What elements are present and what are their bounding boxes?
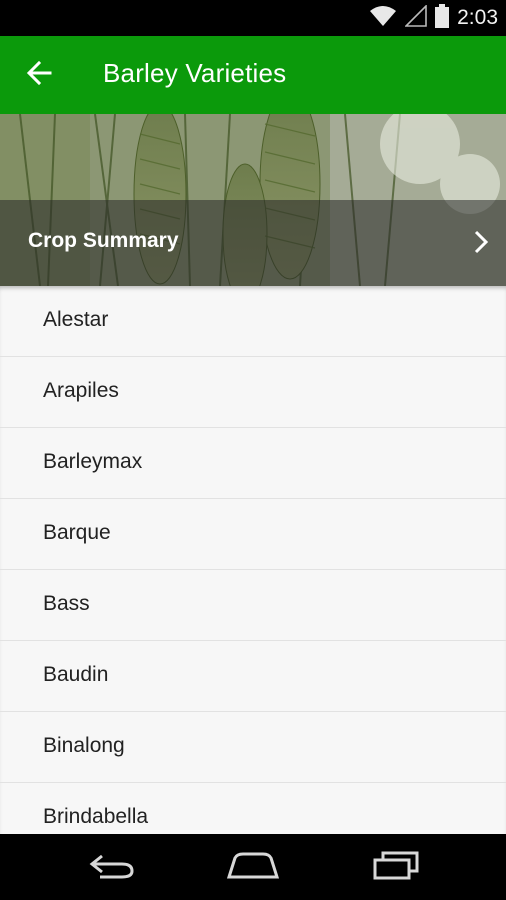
variety-label: Alestar [43,308,109,331]
variety-list: Alestar Arapiles Barleymax Barque Bass B… [0,286,506,834]
navigation-bar [0,834,506,900]
variety-item[interactable]: Alestar [0,286,506,357]
variety-label: Binalong [43,734,125,757]
variety-label: Bass [43,592,90,615]
variety-item[interactable]: Arapiles [0,357,506,428]
app-bar: Barley Varieties [0,36,506,114]
variety-item[interactable]: Binalong [0,712,506,783]
variety-label: Arapiles [43,379,119,402]
crop-summary-row[interactable]: Crop Summary [0,200,506,286]
variety-item[interactable]: Barque [0,499,506,570]
battery-icon [435,3,450,33]
status-bar: 2:03 [0,0,506,36]
crop-summary-label: Crop Summary [28,229,179,252]
back-button[interactable] [18,55,60,95]
variety-item[interactable]: Brindabella [0,783,506,834]
variety-item[interactable]: Bass [0,570,506,641]
recents-nav-icon [371,850,421,885]
nav-home-button[interactable] [223,847,283,887]
page-title: Barley Varieties [103,58,287,88]
chevron-right-icon [470,226,494,258]
variety-label: Barleymax [43,450,143,473]
nav-recents-button[interactable] [366,847,426,887]
variety-item[interactable]: Barleymax [0,428,506,499]
status-icons: 2:03 [369,0,498,36]
variety-label: Barque [43,521,111,544]
wifi-icon [369,5,397,32]
variety-label: Brindabella [43,805,149,828]
variety-item[interactable]: Baudin [0,641,506,712]
nav-back-button[interactable] [83,847,143,887]
status-time: 2:03 [457,6,498,29]
variety-label: Baudin [43,663,109,686]
cell-signal-icon [404,3,427,32]
crop-banner: Crop Summary [0,114,506,286]
back-nav-icon [88,850,138,885]
home-nav-icon [225,850,281,885]
arrow-back-icon [26,60,52,90]
